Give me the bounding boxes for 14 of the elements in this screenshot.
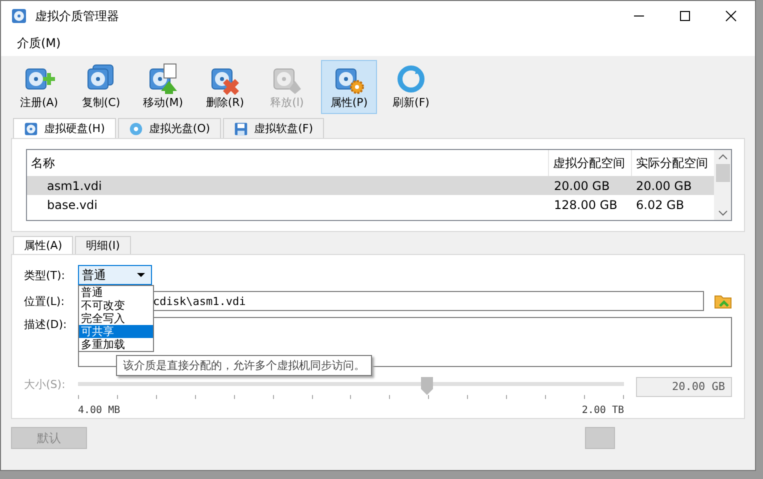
max-size-label: 2.00 TB	[582, 405, 624, 416]
table-cell-text: 20.00 GB	[635, 178, 693, 192]
window-title: 虚拟介质管理器	[35, 8, 119, 24]
description-label: 描述(D):	[24, 317, 68, 332]
min-size-label: 4.00 MB	[78, 405, 120, 416]
size-label: 大小(S):	[24, 377, 66, 392]
tooltip: 该介质是直接分配的，允许多个虚拟机同步访问。	[116, 355, 372, 376]
type-label: 类型(T):	[24, 268, 66, 282]
table-cell-text: 6.02 GB	[635, 198, 686, 212]
location-label: 位置(L):	[24, 294, 66, 308]
table-cell-text: 128.00 GB	[553, 198, 618, 212]
table-cell-text: base.vdi	[46, 198, 98, 212]
table-cell-text: 20.00 GB	[553, 178, 611, 192]
table-cell-text: asm1.vdi	[46, 178, 103, 192]
